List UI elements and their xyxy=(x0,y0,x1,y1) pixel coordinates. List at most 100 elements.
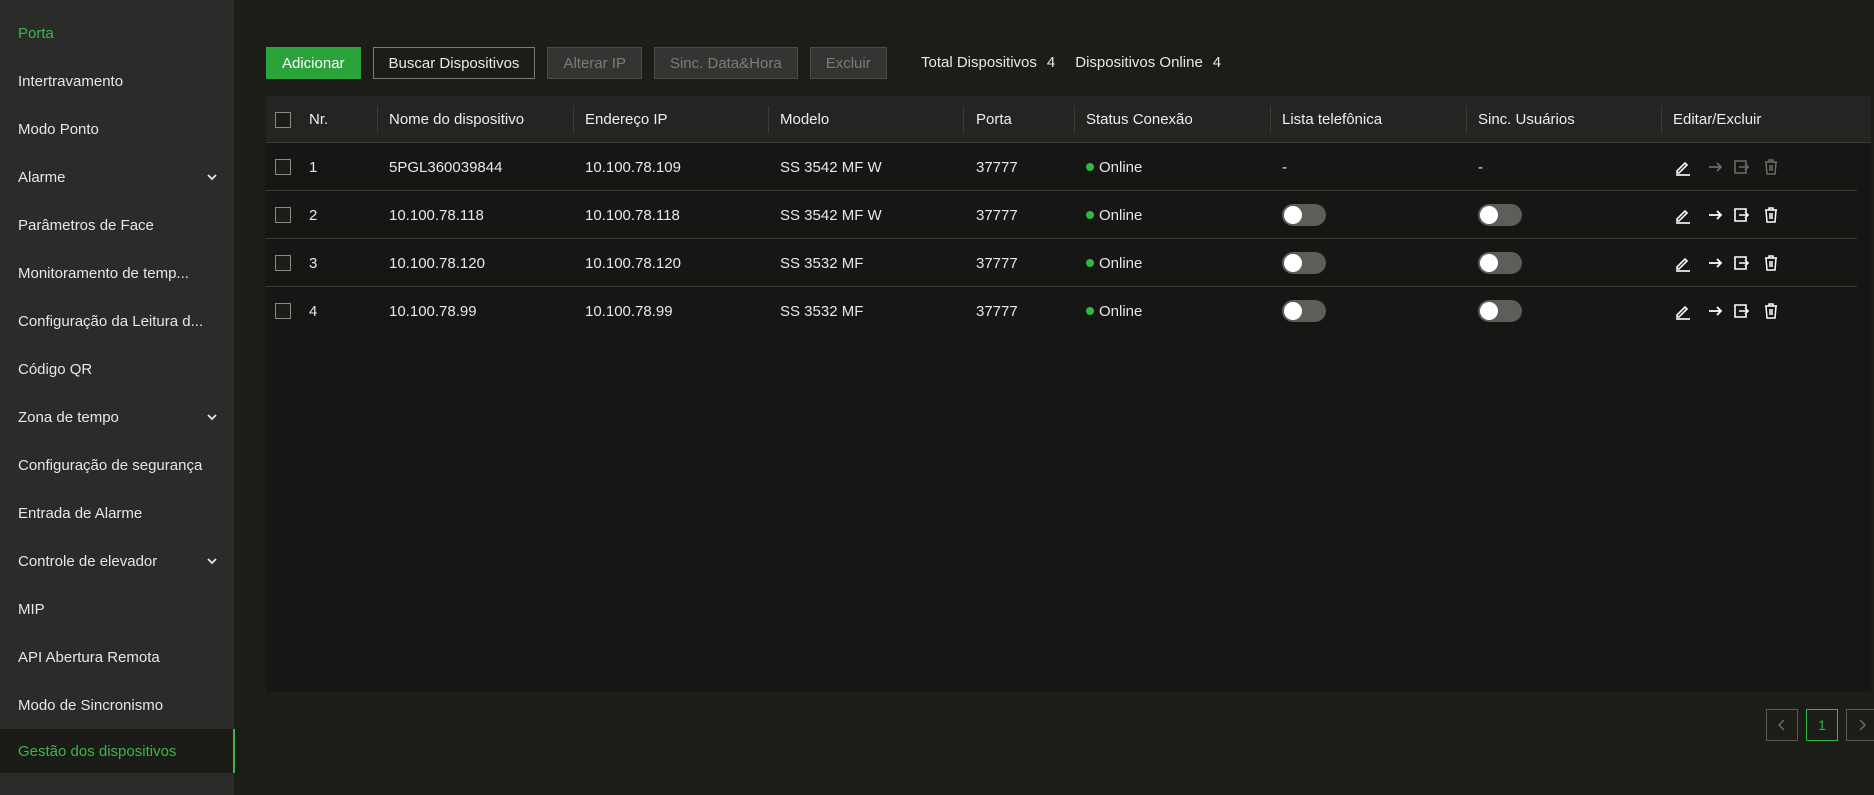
table-header: Nr. Nome do dispositivo Endereço IP Mode… xyxy=(266,96,1871,143)
sync-users-toggle[interactable] xyxy=(1478,191,1522,239)
column-divider xyxy=(573,106,574,133)
status-text: Online xyxy=(1099,302,1143,320)
total-devices-label: Total Dispositivos xyxy=(921,54,1037,71)
column-divider xyxy=(768,106,769,133)
cell-actions xyxy=(1673,143,1781,191)
phonebook-toggle[interactable] xyxy=(1282,239,1326,287)
pagination: 1 xyxy=(1758,709,1874,741)
toolbar: Adicionar Buscar Dispositivos Alterar IP… xyxy=(266,47,899,79)
cell-nr: 1 xyxy=(309,158,318,176)
cell-name: 10.100.78.120 xyxy=(389,254,485,272)
table-row: 1 5PGL360039844 10.100.78.109 SS 3542 MF… xyxy=(266,143,1857,191)
add-button[interactable]: Adicionar xyxy=(266,47,361,79)
sidebar-item-label: Gestão dos dispositivos xyxy=(18,742,177,760)
sidebar-item-modo-sincronismo[interactable]: Modo de Sincronismo xyxy=(0,681,235,729)
export-icon[interactable] xyxy=(1731,205,1751,225)
cell-port: 37777 xyxy=(976,158,1018,176)
export-icon[interactable] xyxy=(1731,157,1751,177)
header-sync-users: Sinc. Usuários xyxy=(1478,111,1575,128)
trash-icon[interactable] xyxy=(1761,205,1781,225)
online-status-dot xyxy=(1086,307,1094,315)
edit-icon[interactable] xyxy=(1673,253,1693,273)
prev-page-button[interactable] xyxy=(1766,709,1798,741)
sidebar-item-configuracao-leitura[interactable]: Configuração da Leitura d... xyxy=(0,297,235,345)
cell-name: 10.100.78.99 xyxy=(389,302,477,320)
arrow-right-icon[interactable] xyxy=(1705,301,1725,321)
cell-status: Online xyxy=(1086,287,1142,335)
export-icon[interactable] xyxy=(1731,301,1751,321)
online-status-dot xyxy=(1086,163,1094,171)
sidebar-item-label: Controle de elevador xyxy=(18,552,158,570)
status-text: Online xyxy=(1099,254,1143,272)
arrow-right-icon[interactable] xyxy=(1705,253,1725,273)
sidebar-item-label: API Abertura Remota xyxy=(18,648,160,666)
online-devices-value: 4 xyxy=(1212,54,1222,71)
cell-nr: 2 xyxy=(309,206,318,224)
sidebar-item-modo-ponto[interactable]: Modo Ponto xyxy=(0,105,235,153)
sidebar-item-mip[interactable]: MIP xyxy=(0,585,235,633)
status-text: Online xyxy=(1099,206,1143,224)
sync-datetime-button[interactable]: Sinc. Data&Hora xyxy=(653,47,798,79)
change-ip-button[interactable]: Alterar IP xyxy=(547,47,642,79)
cell-ip: 10.100.78.120 xyxy=(585,254,681,272)
sidebar-item-porta[interactable]: Porta xyxy=(0,9,235,57)
sync-users-toggle[interactable] xyxy=(1478,287,1522,335)
edit-icon[interactable] xyxy=(1673,205,1693,225)
select-all-checkbox[interactable] xyxy=(275,96,291,143)
delete-button[interactable]: Excluir xyxy=(809,47,887,79)
row-checkbox[interactable] xyxy=(275,287,291,335)
edit-icon[interactable] xyxy=(1673,157,1693,177)
sidebar-item-label: Porta xyxy=(18,24,54,42)
sidebar-item-monitoramento-temp[interactable]: Monitoramento de temp... xyxy=(0,249,235,297)
sidebar-item-api-abertura-remota[interactable]: API Abertura Remota xyxy=(0,633,235,681)
phonebook-toggle[interactable] xyxy=(1282,287,1326,335)
cell-actions xyxy=(1673,239,1781,287)
trash-icon[interactable] xyxy=(1761,157,1781,177)
cell-actions xyxy=(1673,287,1781,335)
sidebar-item-label: Parâmetros de Face xyxy=(18,216,154,234)
online-status-dot xyxy=(1086,259,1094,267)
sidebar-item-parametros-face[interactable]: Parâmetros de Face xyxy=(0,201,235,249)
trash-icon[interactable] xyxy=(1761,301,1781,321)
cell-actions xyxy=(1673,191,1781,239)
arrow-right-icon[interactable] xyxy=(1705,205,1725,225)
export-icon[interactable] xyxy=(1731,253,1751,273)
row-checkbox[interactable] xyxy=(275,143,291,191)
sidebar-item-label: Configuração da Leitura d... xyxy=(18,312,204,330)
cell-model: SS 3542 MF W xyxy=(780,158,882,176)
sidebar-item-entrada-alarme[interactable]: Entrada de Alarme xyxy=(0,489,235,537)
trash-icon[interactable] xyxy=(1761,253,1781,273)
sidebar-item-intertravamento[interactable]: Intertravamento xyxy=(0,57,235,105)
sidebar-item-codigo-qr[interactable]: Código QR xyxy=(0,345,235,393)
phonebook-toggle[interactable] xyxy=(1282,191,1326,239)
cell-model: SS 3532 MF xyxy=(780,254,864,272)
cell-nr: 3 xyxy=(309,254,318,272)
column-divider xyxy=(1661,106,1662,133)
sidebar-item-alarme[interactable]: Alarme xyxy=(0,153,235,201)
header-model: Modelo xyxy=(780,111,830,128)
sidebar-item-gestao-dispositivos[interactable]: Gestão dos dispositivos xyxy=(0,729,235,773)
chevron-right-icon xyxy=(1859,719,1867,731)
column-divider xyxy=(963,106,964,133)
column-divider xyxy=(377,106,378,133)
arrow-right-icon[interactable] xyxy=(1705,157,1725,177)
status-text: Online xyxy=(1099,158,1143,176)
edit-icon[interactable] xyxy=(1673,301,1693,321)
next-page-button[interactable] xyxy=(1846,709,1874,741)
column-divider xyxy=(1270,106,1271,133)
sidebar-item-controle-elevador[interactable]: Controle de elevador xyxy=(0,537,235,585)
column-divider xyxy=(1466,106,1467,133)
row-checkbox[interactable] xyxy=(275,191,291,239)
cell-sync-users: - xyxy=(1478,158,1483,176)
sync-users-toggle[interactable] xyxy=(1478,239,1522,287)
sidebar-item-configuracao-seguranca[interactable]: Configuração de segurança xyxy=(0,441,235,489)
sidebar-item-label: Intertravamento xyxy=(18,72,124,90)
row-checkbox[interactable] xyxy=(275,239,291,287)
page-button-current[interactable]: 1 xyxy=(1806,709,1838,741)
sidebar-item-label: MIP xyxy=(18,600,45,618)
header-status: Status Conexão xyxy=(1086,111,1193,128)
search-devices-button[interactable]: Buscar Dispositivos xyxy=(372,47,536,79)
cell-ip: 10.100.78.109 xyxy=(585,158,681,176)
sidebar-item-zona-tempo[interactable]: Zona de tempo xyxy=(0,393,235,441)
sidebar-item-label: Modo de Sincronismo xyxy=(18,696,164,714)
